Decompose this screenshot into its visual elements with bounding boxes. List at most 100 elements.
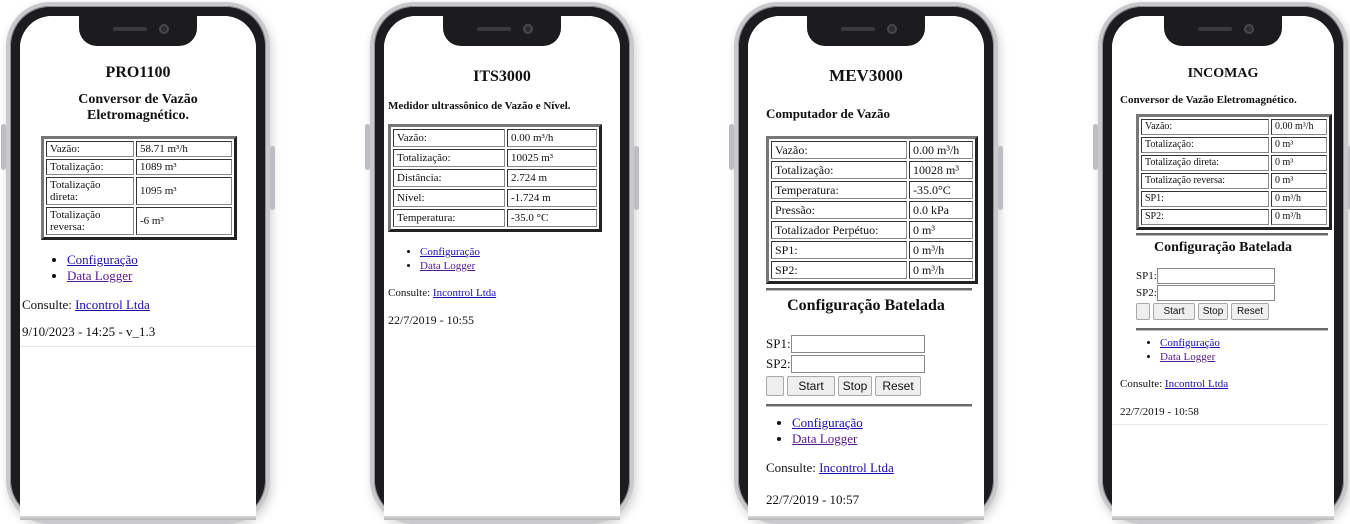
bottom-bezel — [1112, 516, 1334, 520]
table-row: Vazão: 0.00 m³/h — [393, 129, 597, 147]
reading-value: 0.0 kPa — [909, 201, 973, 219]
consult-line: Consulte: Incontrol Ltda — [22, 297, 256, 313]
camera-icon — [887, 24, 897, 34]
nav-links: Configuração Data Logger — [792, 415, 984, 446]
batch-form: SP1: SP2: Start Stop Reset — [766, 335, 984, 396]
data-logger-link[interactable]: Data Logger — [1160, 351, 1215, 363]
camera-icon — [159, 24, 169, 34]
sp2-input[interactable] — [1156, 285, 1275, 301]
start-button[interactable]: Start — [787, 376, 835, 396]
empty-button[interactable] — [1136, 303, 1150, 320]
reading-label: SP1: — [771, 241, 907, 259]
reset-button[interactable]: Reset — [1231, 303, 1269, 320]
sp2-label: SP2: — [1136, 287, 1157, 299]
reading-value: 1095 m³ — [136, 177, 232, 205]
consult-line: Consulte: Incontrol Ltda — [388, 287, 620, 299]
phone-screen: MEV3000 Computador de Vazão Vazão: 0.00 m… — [748, 16, 984, 520]
speaker-grille — [841, 27, 875, 31]
sp1-label: SP1: — [766, 336, 791, 351]
start-button[interactable]: Start — [1153, 303, 1195, 320]
table-row: Temperatura: -35.0°C — [771, 181, 973, 199]
readings-table: Vazão: 0.00 m³/h Totalização: 10028 m³ Tem… — [766, 136, 978, 284]
page-end-rule — [1112, 424, 1328, 425]
reading-value: 0.00 m³/h — [507, 129, 597, 147]
data-logger-link[interactable]: Data Logger — [67, 268, 132, 283]
empty-button[interactable] — [766, 376, 784, 396]
reset-button[interactable]: Reset — [875, 376, 921, 396]
bottom-bezel — [748, 516, 984, 520]
batch-buttons: Start Stop Reset — [1136, 303, 1334, 320]
incontrol-link[interactable]: Incontrol Ltda — [433, 287, 496, 299]
reading-value: -6 m³ — [136, 207, 232, 235]
readings-table: Vazão: 0.00 m³/h Totalização: 10025 m³ Dis… — [388, 124, 602, 232]
reading-value: -35.0°C — [909, 181, 973, 199]
nav-links: Configuração Data Logger — [420, 246, 620, 273]
phone-mockup-mev3000: MEV3000 Computador de Vazão Vazão: 0.00 m… — [729, 2, 1003, 524]
reading-label: Totalização: — [46, 159, 134, 175]
table-row: Totalizador Perpétuo: 0 m³ — [771, 221, 973, 239]
configuracao-link[interactable]: Configuração — [67, 252, 138, 267]
sp2-label: SP2: — [766, 356, 791, 371]
section-divider — [1136, 233, 1328, 236]
data-logger-link[interactable]: Data Logger — [420, 260, 475, 272]
table-row: Vazão: 0.00 m³/h — [771, 141, 973, 159]
table-row: SP2: 0 m³/h — [771, 261, 973, 279]
reading-value: -35.0 °C — [507, 209, 597, 227]
list-item: Configuração — [420, 246, 620, 259]
device-page: INCOMAG Conversor de Vazão Eletromagnéti… — [1112, 16, 1334, 520]
list-item: Data Logger — [420, 260, 620, 273]
sp2-row: SP2: — [766, 355, 984, 373]
table-row: Pressão: 0.0 kPa — [771, 201, 973, 219]
reading-label: SP1: — [1141, 191, 1269, 207]
reading-label: Pressão: — [771, 201, 907, 219]
table-row: Totalização: 0 m³ — [1141, 137, 1327, 153]
configuracao-link[interactable]: Configuração — [420, 246, 480, 258]
sp2-input[interactable] — [790, 355, 925, 373]
phone-notch — [79, 16, 197, 46]
incontrol-link[interactable]: Incontrol Ltda — [819, 460, 894, 475]
reading-value: -1.724 m — [507, 189, 597, 207]
configuracao-link[interactable]: Configuração — [1160, 337, 1220, 349]
consult-line: Consulte: Incontrol Ltda — [766, 460, 984, 476]
stop-button[interactable]: Stop — [838, 376, 872, 396]
phone-mockup-incomag: INCOMAG Conversor de Vazão Eletromagnéti… — [1093, 2, 1350, 524]
phone-screen: INCOMAG Conversor de Vazão Eletromagnéti… — [1112, 16, 1334, 520]
list-item: Configuração — [67, 252, 256, 267]
table-row: Nível: -1.724 m — [393, 189, 597, 207]
table-row: Totalização reversa: 0 m³ — [1141, 173, 1327, 189]
configuracao-link[interactable]: Configuração — [792, 415, 863, 430]
consult-label: Consulte: — [388, 287, 431, 299]
table-row: Totalização: 10025 m³ — [393, 149, 597, 167]
section-divider — [1136, 328, 1328, 331]
reading-label: Totalização: — [771, 161, 907, 179]
section-divider — [766, 288, 972, 291]
reading-value: 0 m³ — [1271, 155, 1327, 171]
device-title: MEV3000 — [829, 66, 903, 85]
reading-label: SP2: — [1141, 209, 1269, 225]
data-logger-link[interactable]: Data Logger — [792, 431, 857, 446]
reading-label: Totalização: — [393, 149, 505, 167]
reading-label: SP2: — [771, 261, 907, 279]
incontrol-link[interactable]: Incontrol Ltda — [1165, 378, 1228, 390]
sp2-row: SP2: — [1136, 285, 1334, 301]
reading-value: 0 m³/h — [909, 261, 973, 279]
camera-icon — [1244, 24, 1254, 34]
sp1-input[interactable] — [790, 335, 925, 353]
table-row: Totalização: 10028 m³ — [771, 161, 973, 179]
sp1-input[interactable] — [1156, 268, 1275, 284]
speaker-grille — [1198, 27, 1232, 31]
reading-value: 0 m³ — [1271, 173, 1327, 189]
reading-value: 0 m³/h — [1271, 209, 1327, 225]
reading-label: Totalização reversa: — [1141, 173, 1269, 189]
batch-buttons: Start Stop Reset — [766, 376, 984, 396]
consult-label: Consulte: — [766, 460, 816, 475]
list-item: Configuração — [792, 415, 984, 430]
table-row: SP2: 0 m³/h — [1141, 209, 1327, 225]
reading-label: Totalização: — [1141, 137, 1269, 153]
stop-button[interactable]: Stop — [1198, 303, 1228, 320]
incontrol-link[interactable]: Incontrol Ltda — [75, 297, 150, 312]
subtitle-line: Conversor de Vazão — [78, 92, 198, 107]
reading-value: 0 m³ — [1271, 137, 1327, 153]
section-divider — [766, 404, 972, 407]
consult-label: Consulte: — [1120, 378, 1163, 390]
